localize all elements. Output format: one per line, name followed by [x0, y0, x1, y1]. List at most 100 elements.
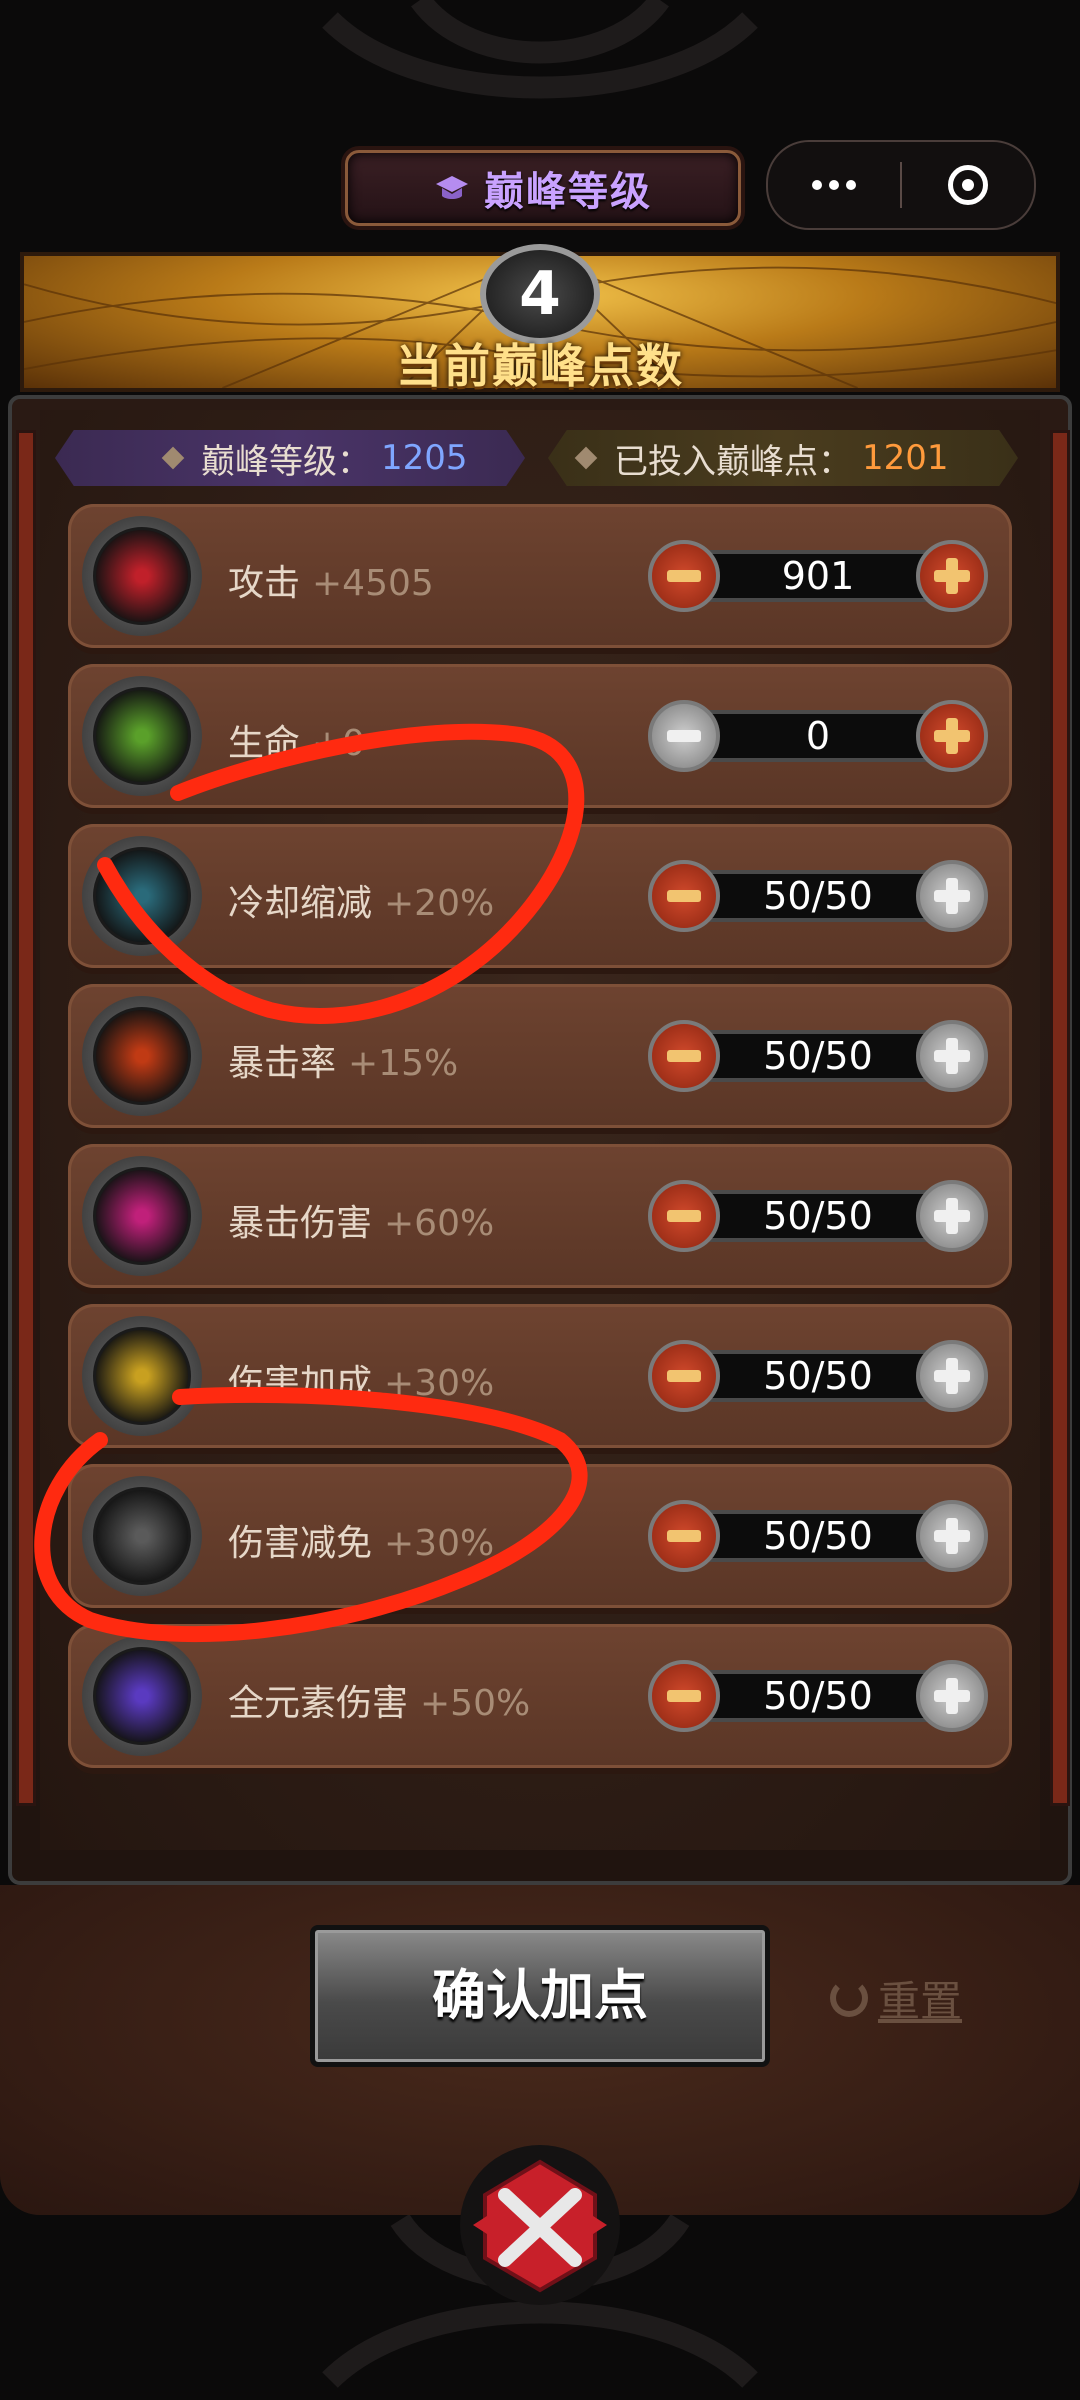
- decrement-button[interactable]: [648, 1660, 720, 1732]
- stat-stepper: 901: [648, 540, 988, 612]
- stat-bonus: +50%: [420, 1683, 531, 1724]
- minus-icon: [667, 1530, 701, 1542]
- increment-button[interactable]: [916, 1500, 988, 1572]
- decrement-button[interactable]: [648, 1340, 720, 1412]
- decrement-button[interactable]: [648, 860, 720, 932]
- stat-name: 暴击伤害: [228, 1203, 373, 1244]
- stepper-value: 50/50: [763, 1034, 873, 1078]
- stat-row: 攻击 +4505 901: [68, 504, 1012, 648]
- cooldown-icon: [82, 836, 202, 956]
- minus-icon: [667, 1050, 701, 1062]
- more-dots-icon: [812, 180, 856, 190]
- decrement-button[interactable]: [648, 1020, 720, 1092]
- stat-label: 暴击伤害 +60%: [228, 1194, 494, 1246]
- increment-button[interactable]: [916, 540, 988, 612]
- all-element-swirl-icon: [82, 1636, 202, 1756]
- plus-icon: [934, 878, 970, 914]
- stat-stepper: 50/50: [648, 1180, 988, 1252]
- minus-icon: [667, 1690, 701, 1702]
- peak-level-label: 巅峰等级：: [201, 441, 371, 482]
- diamond-icon: [574, 446, 598, 470]
- stat-label: 攻击 +4505: [228, 554, 434, 606]
- close-miniprogram-button[interactable]: [902, 142, 1034, 228]
- damage-bonus-lightning-icon: [82, 1316, 202, 1436]
- close-x-icon[interactable]: [455, 2140, 625, 2310]
- plus-icon: [934, 1518, 970, 1554]
- decrement-button[interactable]: [648, 700, 720, 772]
- decrement-button[interactable]: [648, 540, 720, 612]
- peak-level-icon: [436, 176, 468, 199]
- stat-name: 伤害减免: [228, 1523, 373, 1564]
- stat-icon-face: [93, 1007, 191, 1105]
- stat-label: 冷却缩减 +20%: [228, 874, 494, 926]
- confirm-allocation-button[interactable]: 确认加点: [310, 1925, 770, 2067]
- stat-name: 伤害加成: [228, 1363, 373, 1404]
- stat-row: 冷却缩减 +20% 50/50: [68, 824, 1012, 968]
- stat-row: 伤害加成 +30% 50/50: [68, 1304, 1012, 1448]
- increment-button[interactable]: [916, 1020, 988, 1092]
- stat-stepper: 50/50: [648, 860, 988, 932]
- stat-name: 暴击率: [228, 1043, 337, 1084]
- minus-icon: [667, 1370, 701, 1382]
- stat-icon-face: [93, 847, 191, 945]
- stat-icon-face: [93, 527, 191, 625]
- plus-icon: [934, 1358, 970, 1394]
- stat-label: 暴击率 +15%: [228, 1034, 458, 1086]
- stat-name: 攻击: [228, 563, 301, 604]
- plus-icon: [934, 1678, 970, 1714]
- crit-damage-arrow-icon: [82, 1156, 202, 1276]
- stepper-value: 901: [781, 554, 855, 598]
- minus-icon: [667, 1210, 701, 1222]
- stat-stepper: 50/50: [648, 1500, 988, 1572]
- stat-row: 暴击伤害 +60% 50/50: [68, 1144, 1012, 1288]
- increment-button[interactable]: [916, 860, 988, 932]
- increment-button[interactable]: [916, 700, 988, 772]
- stat-label: 生命 +0: [228, 714, 365, 766]
- stat-stepper: 50/50: [648, 1020, 988, 1092]
- increment-button[interactable]: [916, 1340, 988, 1412]
- decrement-button[interactable]: [648, 1500, 720, 1572]
- increment-button[interactable]: [916, 1180, 988, 1252]
- stat-stepper: 50/50: [648, 1340, 988, 1412]
- miniprogram-capsule: [766, 140, 1036, 230]
- stat-row: 伤害减免 +30% 50/50: [68, 1464, 1012, 1608]
- minus-icon: [667, 730, 701, 742]
- stat-bonus: +0: [312, 723, 366, 764]
- increment-button[interactable]: [916, 1660, 988, 1732]
- reset-label: 重置: [878, 1976, 963, 2026]
- stat-label: 伤害加成 +30%: [228, 1354, 494, 1406]
- stat-name: 冷却缩减: [228, 883, 373, 924]
- stepper-value: 50/50: [763, 874, 873, 918]
- target-circle-icon: [947, 165, 988, 205]
- plus-icon: [934, 1198, 970, 1234]
- page-title-plate: 巅峰等级: [345, 150, 741, 226]
- crit-rate-flame-icon: [82, 996, 202, 1116]
- plus-icon: [934, 718, 970, 754]
- reset-button[interactable]: 重置: [830, 1968, 962, 2028]
- stat-icon-face: [93, 687, 191, 785]
- stat-bonus: +15%: [348, 1043, 459, 1084]
- stat-icon-face: [93, 1487, 191, 1585]
- attack-target-icon: [82, 516, 202, 636]
- stat-label: 伤害减免 +30%: [228, 1514, 494, 1566]
- stepper-value: 50/50: [763, 1194, 873, 1238]
- stat-stepper: 50/50: [648, 1660, 988, 1732]
- plus-icon: [934, 558, 970, 594]
- stat-bonus: +4505: [312, 563, 434, 604]
- minus-icon: [667, 570, 701, 582]
- stat-bonus: +60%: [384, 1203, 495, 1244]
- decrement-button[interactable]: [648, 1180, 720, 1252]
- stat-stepper: 0: [648, 700, 988, 772]
- page-title: 巅峰等级: [484, 169, 652, 215]
- points-badge: 4: [480, 244, 600, 344]
- damage-reduction-shield-icon: [82, 1476, 202, 1596]
- minus-icon: [667, 890, 701, 902]
- invested-points-value: 1201: [862, 438, 949, 478]
- stat-bonus: +20%: [384, 883, 495, 924]
- stat-name: 生命: [228, 723, 301, 764]
- stat-bonus: +30%: [384, 1363, 495, 1404]
- peak-level-value: 1205: [381, 438, 468, 478]
- stepper-value: 50/50: [763, 1674, 873, 1718]
- invested-points-ribbon: 已投入巅峰点： 1201: [548, 430, 1018, 486]
- more-button[interactable]: [768, 142, 900, 228]
